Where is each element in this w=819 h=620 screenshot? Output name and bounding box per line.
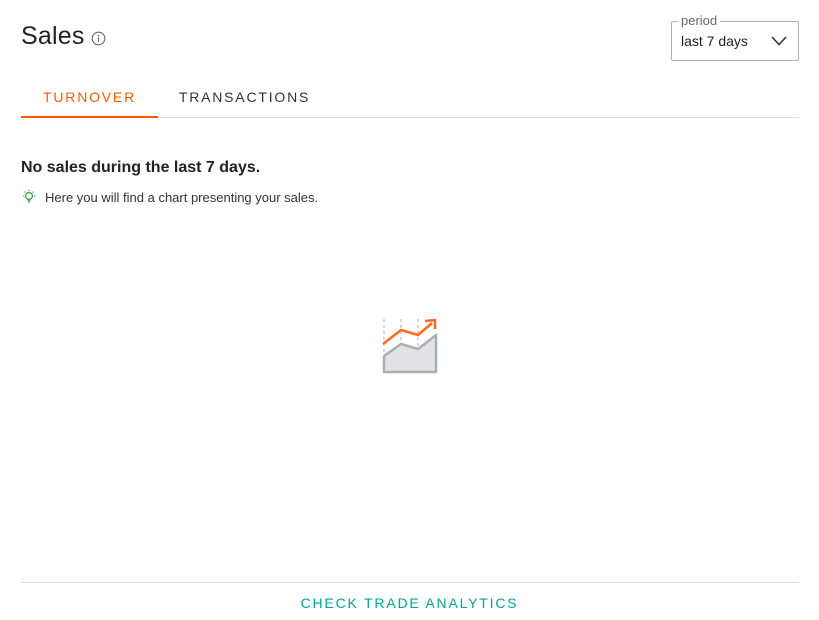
chevron-down-icon [770,34,788,48]
empty-state-heading: No sales during the last 7 days. [21,159,261,176]
info-icon[interactable] [91,31,106,46]
tab-transactions[interactable]: TRANSACTIONS [167,80,322,118]
period-label: period [678,13,721,29]
page-header: Sales [21,22,106,51]
hint-text: Here you will find a chart presenting yo… [45,189,319,205]
check-trade-analytics-link[interactable]: CHECK TRADE ANALYTICS [0,595,819,611]
period-select[interactable]: period last 7 days [671,13,799,61]
trend-chart-icon [380,316,440,374]
lightbulb-icon [21,189,37,205]
tab-bar: TURNOVER TRANSACTIONS [21,80,799,118]
period-selected-value: last 7 days [681,33,748,49]
page-title: Sales [21,22,85,50]
footer-divider [21,582,799,583]
tab-turnover[interactable]: TURNOVER [21,80,158,118]
empty-state-hint: Here you will find a chart presenting yo… [21,189,318,205]
